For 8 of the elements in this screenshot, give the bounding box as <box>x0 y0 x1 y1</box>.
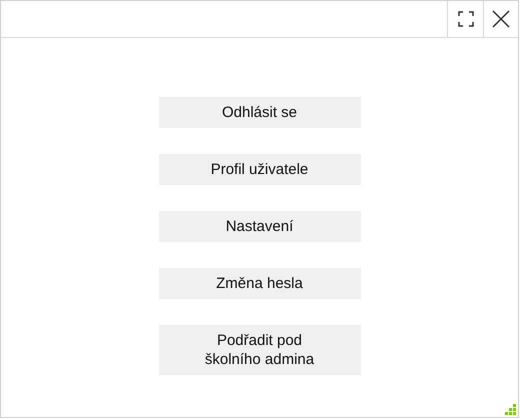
menu-button[interactable]: Odhlásit se <box>158 97 360 128</box>
resize-grip-icon[interactable] <box>505 404 517 416</box>
maximize-icon <box>458 11 474 27</box>
menu-button[interactable]: Nastavení <box>158 211 360 242</box>
menu-button[interactable]: Změna hesla <box>158 268 360 299</box>
menu-button[interactable]: Podřadit pod školního admina <box>158 325 360 375</box>
menu-button[interactable]: Profil uživatele <box>158 154 360 185</box>
close-icon <box>491 9 511 29</box>
